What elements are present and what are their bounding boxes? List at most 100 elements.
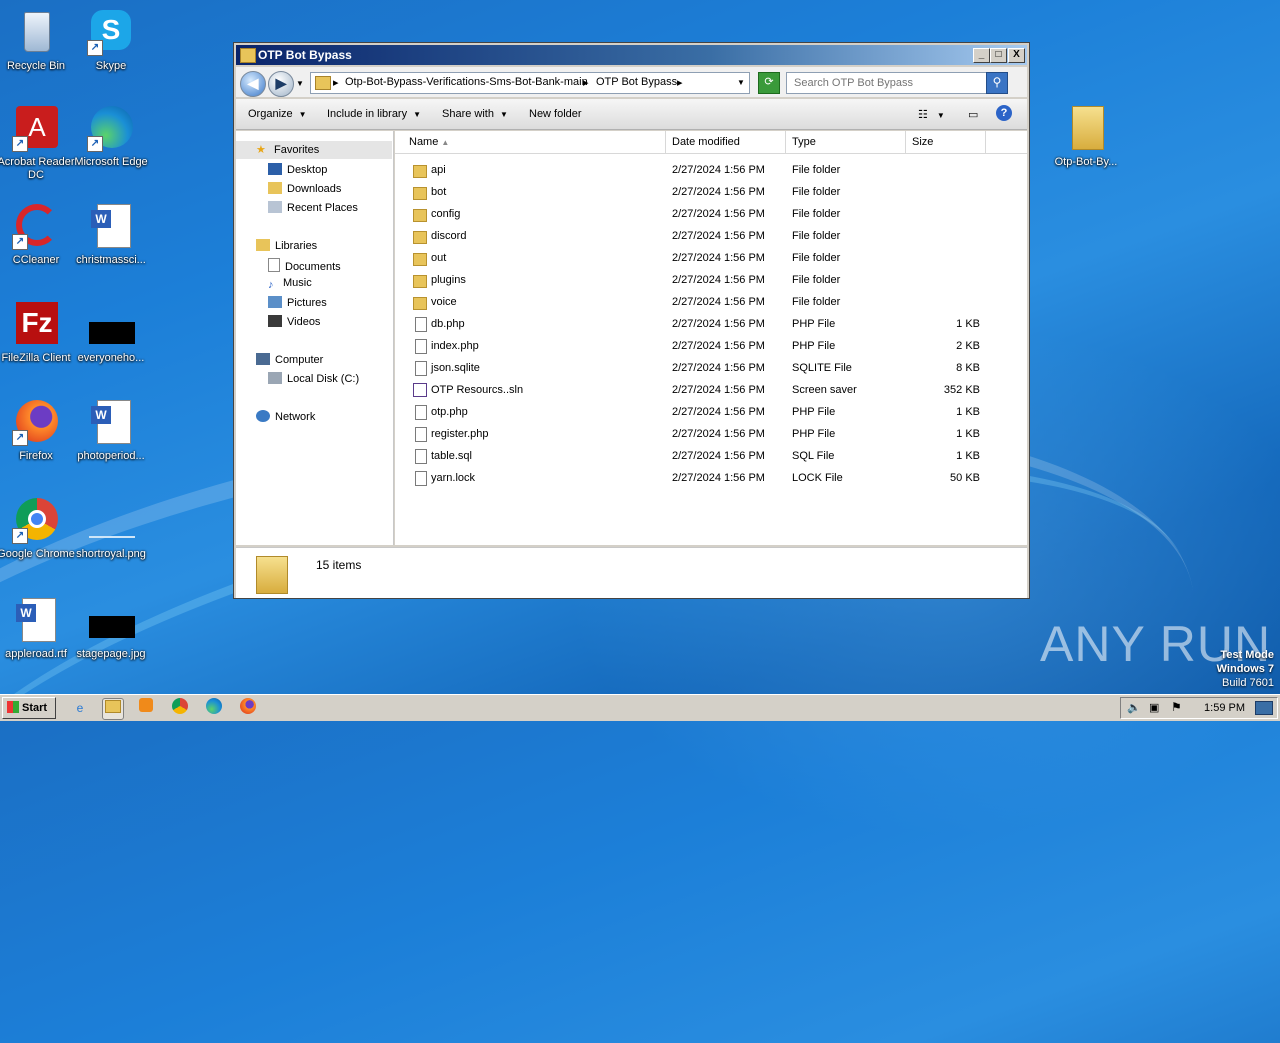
help-icon[interactable]: ? <box>996 105 1012 121</box>
explorer-taskbar-icon[interactable] <box>102 698 124 720</box>
breadcrumb-current[interactable]: OTP Bot Bypass <box>596 76 677 88</box>
recent-pages-dropdown[interactable]: ▼ <box>296 79 304 88</box>
back-button[interactable]: ◀ <box>240 71 266 97</box>
file-name: register.php <box>431 428 489 440</box>
file-icon <box>415 317 427 332</box>
desktop-icon-photoperiod[interactable]: W photoperiod... <box>71 398 151 463</box>
chrome-taskbar-icon[interactable] <box>170 698 190 718</box>
clock[interactable]: 1:59 PM <box>1204 702 1245 714</box>
file-size: 50 KB <box>950 472 980 484</box>
file-row[interactable]: bot 2/27/2024 1:56 PM File folder <box>395 182 1027 204</box>
file-date: 2/27/2024 1:56 PM <box>672 230 765 242</box>
organize-button[interactable]: Organize ▼ <box>248 108 307 120</box>
show-desktop-icon[interactable] <box>1255 701 1273 715</box>
file-row[interactable]: table.sql 2/27/2024 1:56 PM SQL File 1 KB <box>395 446 1027 468</box>
nav-favorites[interactable]: ★ Favorites <box>236 141 392 159</box>
action-center-flag-icon[interactable]: ⚑ <box>1171 700 1182 714</box>
firefox-taskbar-icon[interactable] <box>238 698 258 718</box>
desktop-icon-shortroyal[interactable]: shortroyal.png <box>71 496 151 561</box>
file-row[interactable]: config 2/27/2024 1:56 PM File folder <box>395 204 1027 226</box>
nav-computer[interactable]: Computer <box>256 353 323 366</box>
nav-local-disk[interactable]: Local Disk (C:) <box>268 372 359 385</box>
address-dropdown[interactable]: ▼ <box>737 78 745 87</box>
file-row[interactable]: otp.php 2/27/2024 1:56 PM PHP File 1 KB <box>395 402 1027 424</box>
network-tray-icon[interactable]: ▣ <box>1149 701 1159 714</box>
column-date-modified[interactable]: Date modified <box>666 131 786 153</box>
file-type: File folder <box>792 164 841 176</box>
forward-button[interactable]: ▶ <box>268 71 294 97</box>
file-row[interactable]: out 2/27/2024 1:56 PM File folder <box>395 248 1027 270</box>
internet-explorer-icon[interactable]: e <box>70 698 90 718</box>
nav-libraries[interactable]: Libraries <box>256 239 317 252</box>
desktop-icon-stagepage[interactable]: stagepage.jpg <box>71 596 151 661</box>
music-icon: ♪ <box>268 279 274 291</box>
window-titlebar[interactable]: OTP Bot Bypass _ □ X <box>236 45 1027 65</box>
maximize-button[interactable]: □ <box>990 48 1007 63</box>
nav-network[interactable]: Network <box>256 410 315 423</box>
folder-icon <box>240 48 256 63</box>
desktop-icon-edge[interactable]: ↗ Microsoft Edge <box>71 104 151 169</box>
desktop-icon-chrome[interactable]: ↗ Google Chrome <box>0 496 76 561</box>
folder-icon <box>413 165 427 178</box>
nav-recent-places[interactable]: Recent Places <box>268 201 358 214</box>
file-type: SQLITE File <box>792 362 852 374</box>
file-row[interactable]: plugins 2/27/2024 1:56 PM File folder <box>395 270 1027 292</box>
system-tray: 🔈 ▣ ⚑ 1:59 PM <box>1120 697 1278 719</box>
desktop-icon-ccleaner[interactable]: ↗ CCleaner <box>0 202 76 267</box>
file-name: api <box>431 164 446 176</box>
search-icon[interactable]: ⚲ <box>986 72 1008 94</box>
breadcrumb-repo[interactable]: Otp-Bot-Bypass-Verifications-Sms-Bot-Ban… <box>345 76 588 88</box>
refresh-button[interactable]: ⟳ <box>758 72 780 94</box>
file-row[interactable]: yarn.lock 2/27/2024 1:56 PM LOCK File 50 KB <box>395 468 1027 490</box>
downloads-icon <box>268 182 282 194</box>
include-in-library-button[interactable]: Include in library ▼ <box>327 108 421 120</box>
edge-taskbar-icon[interactable] <box>204 698 224 718</box>
preview-pane-icon[interactable]: ▭ <box>968 108 978 121</box>
nav-videos[interactable]: Videos <box>268 315 320 328</box>
file-row[interactable]: json.sqlite 2/27/2024 1:56 PM SQLITE File 8… <box>395 358 1027 380</box>
new-folder-button[interactable]: New folder <box>529 108 582 120</box>
minimize-button[interactable]: _ <box>973 48 990 63</box>
desktop-icon-acrobat[interactable]: A ↗ Acrobat Reader DC <box>0 104 76 182</box>
file-row[interactable]: OTP Resourcs..sln 2/27/2024 1:56 PM Screen… <box>395 380 1027 402</box>
pictures-icon <box>268 296 282 308</box>
file-row[interactable]: voice 2/27/2024 1:56 PM File folder <box>395 292 1027 314</box>
nav-desktop[interactable]: Desktop <box>268 163 327 176</box>
share-with-button[interactable]: Share with ▼ <box>442 108 508 120</box>
file-type: SQL File <box>792 450 835 462</box>
desktop-icon-firefox[interactable]: ↗ Firefox <box>0 398 76 463</box>
desktop-icon-skype[interactable]: S ↗ Skype <box>71 8 151 73</box>
search-box[interactable]: ⚲ <box>786 72 1008 94</box>
file-row[interactable]: api 2/27/2024 1:56 PM File folder <box>395 160 1027 182</box>
column-type[interactable]: Type <box>786 131 906 153</box>
file-row[interactable]: discord 2/27/2024 1:56 PM File folder <box>395 226 1027 248</box>
column-size[interactable]: Size <box>906 131 986 153</box>
desktop-icon-recycle-bin[interactable]: Recycle Bin <box>0 8 76 73</box>
file-type: File folder <box>792 274 841 286</box>
view-options-icon[interactable]: ☷ ▼ <box>918 108 945 121</box>
file-size: 1 KB <box>956 406 980 418</box>
file-row[interactable]: index.php 2/27/2024 1:56 PM PHP File 2 KB <box>395 336 1027 358</box>
desktop-icon-appleroad[interactable]: W appleroad.rtf <box>0 596 76 661</box>
nav-music[interactable]: ♪ Music <box>268 277 312 291</box>
file-row[interactable]: db.php 2/27/2024 1:56 PM PHP File 1 KB <box>395 314 1027 336</box>
nav-pictures[interactable]: Pictures <box>268 296 327 309</box>
address-box[interactable]: ▸ Otp-Bot-Bypass-Verifications-Sms-Bot-B… <box>310 72 750 94</box>
nav-downloads[interactable]: Downloads <box>268 182 341 195</box>
search-input[interactable] <box>792 76 986 90</box>
file-row[interactable]: register.php 2/27/2024 1:56 PM PHP File 1 K… <box>395 424 1027 446</box>
start-button[interactable]: Start <box>2 697 56 719</box>
desktop-icon-christmassci[interactable]: W christmassci... <box>71 202 151 267</box>
file-date: 2/27/2024 1:56 PM <box>672 406 765 418</box>
volume-icon[interactable]: 🔈 <box>1127 701 1141 714</box>
word-document-icon: W <box>87 202 135 250</box>
media-player-icon[interactable] <box>136 698 156 718</box>
desktop-icon-otp-bot-folder[interactable]: Otp-Bot-By... <box>1046 104 1126 169</box>
close-button[interactable]: X <box>1008 48 1025 63</box>
ccleaner-icon: ↗ <box>12 202 60 250</box>
nav-documents[interactable]: Documents <box>268 258 341 273</box>
column-name[interactable]: Name ▲ <box>403 131 666 153</box>
desktop-icon-filezilla[interactable]: Fz FileZilla Client <box>0 300 76 365</box>
desktop-icon-everyoneho[interactable]: everyoneho... <box>71 300 151 365</box>
file-name: OTP Resourcs..sln <box>431 384 524 396</box>
